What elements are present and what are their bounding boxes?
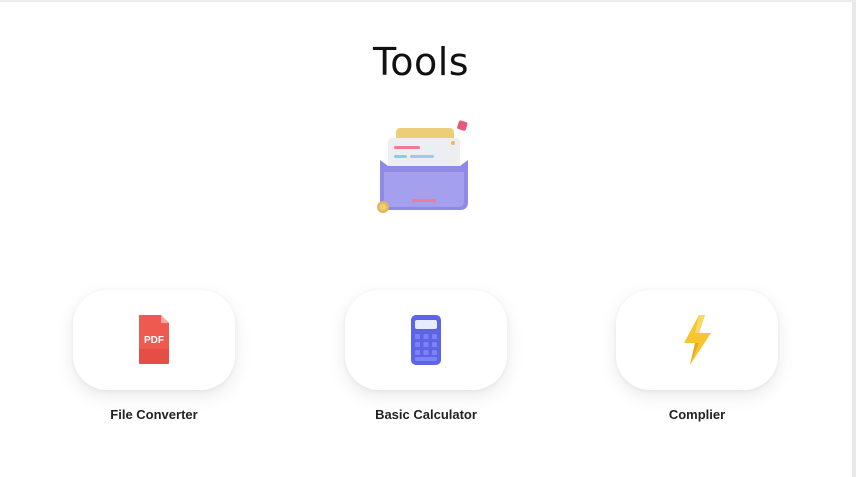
pdf-icon-text: PDF bbox=[144, 335, 164, 346]
calculator-icon bbox=[411, 315, 441, 365]
file-drawer-icon bbox=[377, 120, 468, 213]
tool-file-converter[interactable]: PDF File Converter bbox=[73, 290, 235, 422]
lightning-bolt-icon bbox=[684, 315, 711, 365]
tool-complier[interactable]: Complier bbox=[616, 290, 778, 422]
tools-page: Tools PDF File Converter Basic Calculato… bbox=[0, 0, 856, 477]
complier-card[interactable] bbox=[616, 290, 778, 390]
complier-label: Complier bbox=[668, 407, 726, 422]
pdf-file-icon: PDF bbox=[139, 315, 169, 364]
scrollbar[interactable] bbox=[852, 2, 856, 477]
page-title: Tools bbox=[372, 40, 470, 84]
file-converter-card[interactable]: PDF bbox=[73, 290, 235, 390]
basic-calculator-card[interactable] bbox=[345, 290, 507, 390]
tool-basic-calculator[interactable]: Basic Calculator bbox=[345, 290, 507, 422]
basic-calculator-label: Basic Calculator bbox=[375, 407, 477, 422]
hero-illustration bbox=[372, 114, 476, 220]
file-converter-label: File Converter bbox=[110, 407, 198, 422]
